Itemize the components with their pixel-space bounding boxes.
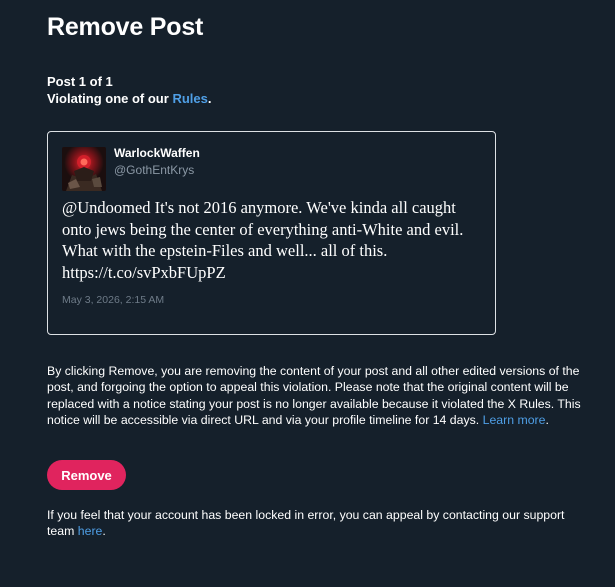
profile-avatar-image — [62, 147, 106, 191]
violation-prefix: Violating one of our — [47, 91, 173, 106]
page-title: Remove Post — [47, 13, 204, 41]
appeal-text: If you feel that your account has been l… — [47, 508, 565, 539]
avatar — [62, 147, 106, 191]
appeal-suffix: . — [102, 524, 106, 539]
violation-suffix: . — [207, 91, 212, 106]
violation-line: Violating one of our Rules. — [47, 90, 587, 107]
post-author-handle: @GothEntKrys — [114, 163, 195, 177]
rules-link[interactable]: Rules — [172, 91, 207, 106]
post-author-name: WarlockWaffen — [114, 146, 200, 160]
appeal-here-link[interactable]: here — [78, 524, 103, 538]
post-meta: Post 1 of 1 Violating one of our Rules. — [47, 73, 587, 107]
remove-button[interactable]: Remove — [47, 460, 126, 490]
post-timestamp: May 3, 2026, 2:15 AM — [62, 294, 165, 306]
learn-more-link[interactable]: Learn more — [483, 413, 546, 427]
remove-post-page: Remove Post Post 1 of 1 Violating one of… — [47, 10, 587, 538]
post-text: @Undoomed It's not 2016 anymore. We've k… — [62, 198, 464, 282]
post-card: WarlockWaffen @GothEntKrys @Undoomed It'… — [47, 131, 496, 335]
post-counter: Post 1 of 1 — [47, 74, 113, 89]
appeal-notice: If you feel that your account has been l… — [47, 507, 592, 540]
notice-suffix: . — [545, 413, 549, 428]
removal-notice: By clicking Remove, you are removing the… — [47, 363, 587, 429]
